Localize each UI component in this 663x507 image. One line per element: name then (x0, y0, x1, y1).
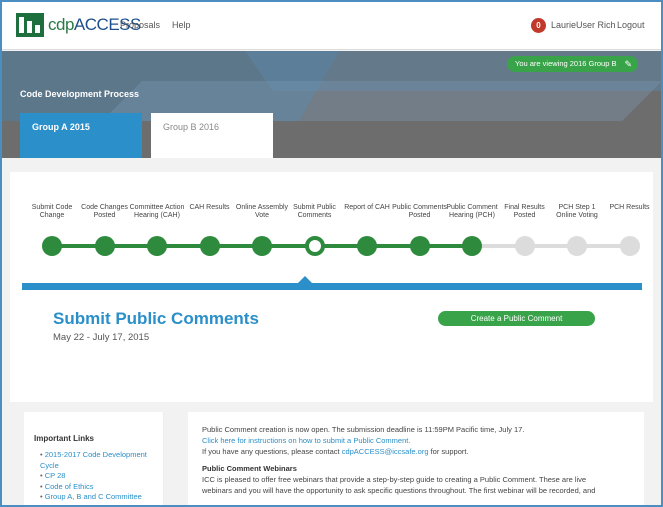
step-dot-done[interactable] (409, 236, 430, 256)
step-dot-done[interactable] (42, 236, 62, 256)
step-dot-done[interactable] (357, 236, 377, 256)
step-label: Submit Code Change (31, 204, 73, 219)
tab-group-a-2015[interactable]: Group A 2015 (20, 113, 142, 158)
instructions-link[interactable]: Click here for instructions on how to su… (202, 436, 410, 445)
user-name[interactable]: LaurieUser Rich (551, 20, 616, 30)
step-label: Final Results Posted (504, 204, 545, 219)
step-label: PCH Step 1 Online Voting (556, 204, 598, 219)
step-dot-done[interactable] (199, 236, 220, 256)
hero-banner: You are viewing 2016 Group B ✎ Code Deve… (2, 51, 661, 158)
logout-link[interactable]: Logout (617, 20, 645, 30)
step-label: CAH Results (189, 204, 230, 211)
step-dot-done[interactable] (252, 236, 272, 256)
step-label: Committee Action Hearing (CAH) (129, 204, 185, 219)
nav-proposals[interactable]: Proposals (120, 20, 160, 30)
stage-divider (22, 283, 642, 290)
link-code-development-cycle[interactable]: 2015-2017 Code Development Cycle (40, 450, 164, 471)
important-links-list: 2015-2017 Code Development Cycle CP 28 C… (40, 450, 164, 503)
step-label: Online Assembly Vote (235, 204, 289, 219)
step-dot-current[interactable] (304, 236, 325, 256)
step-dot-todo[interactable] (619, 236, 640, 256)
important-links-heading: Important Links (34, 434, 95, 443)
step-dot-done[interactable] (462, 236, 482, 256)
viewing-group-pill[interactable]: You are viewing 2016 Group B ✎ (507, 56, 638, 72)
app-frame: cdpACCESS Proposals Help 0 LaurieUser Ri… (0, 0, 663, 507)
webinar-line-2: webinars and you will have the opportuni… (202, 486, 596, 495)
stage-info-panel: Public Comment creation is now open. The… (188, 412, 644, 505)
link-group-committee[interactable]: Group A, B and C Committee (40, 492, 164, 503)
info-line-1: Public Comment creation is now open. The… (202, 425, 525, 434)
important-links-panel: Important Links 2015-2017 Code Developme… (24, 412, 164, 505)
step-label: PCH Results (609, 204, 650, 211)
info-line-3: If you have any questions, please contac… (202, 447, 469, 456)
viewing-label: You are viewing 2016 Group B (515, 59, 617, 68)
step-label: Report of CAH (344, 204, 390, 211)
link-cp28[interactable]: CP 28 (40, 471, 164, 482)
progress-track-remaining (472, 244, 630, 248)
icc-logo-icon (16, 13, 44, 37)
step-label: Code Changes Posted (81, 204, 128, 219)
webinar-line-1: ICC is pleased to offer free webinars th… (202, 475, 587, 484)
stage-dates: May 22 - July 17, 2015 (53, 332, 150, 343)
webinars-heading: Public Comment Webinars (202, 464, 297, 473)
top-nav-bar: cdpACCESS Proposals Help 0 LaurieUser Ri… (2, 2, 661, 50)
step-dot-done[interactable] (147, 236, 167, 256)
step-dot-todo[interactable] (567, 236, 587, 256)
process-card: Submit Code Change Code Changes Posted Com… (10, 172, 653, 402)
support-email-link[interactable]: cdpACCESS@iccsafe.org (342, 447, 429, 456)
pencil-icon: ✎ (624, 59, 632, 69)
link-code-of-ethics[interactable]: Code of Ethics (40, 482, 164, 493)
stage-pointer (297, 276, 313, 284)
notification-badge[interactable]: 0 (531, 18, 546, 33)
step-label: Submit Public Comments (293, 204, 336, 219)
step-label: Public Comment Hearing (PCH) (446, 204, 498, 219)
nav-help[interactable]: Help (172, 20, 191, 30)
stage-title: Submit Public Comments (53, 309, 259, 328)
create-public-comment-button[interactable]: Create a Public Comment (438, 311, 595, 326)
tab-group-b-2016[interactable]: Group B 2016 (151, 113, 273, 158)
step-dot-done[interactable] (94, 236, 115, 256)
page-title: Code Development Process (20, 89, 140, 99)
step-dot-todo[interactable] (514, 236, 535, 256)
step-label: Public Comments Posted (392, 204, 447, 219)
